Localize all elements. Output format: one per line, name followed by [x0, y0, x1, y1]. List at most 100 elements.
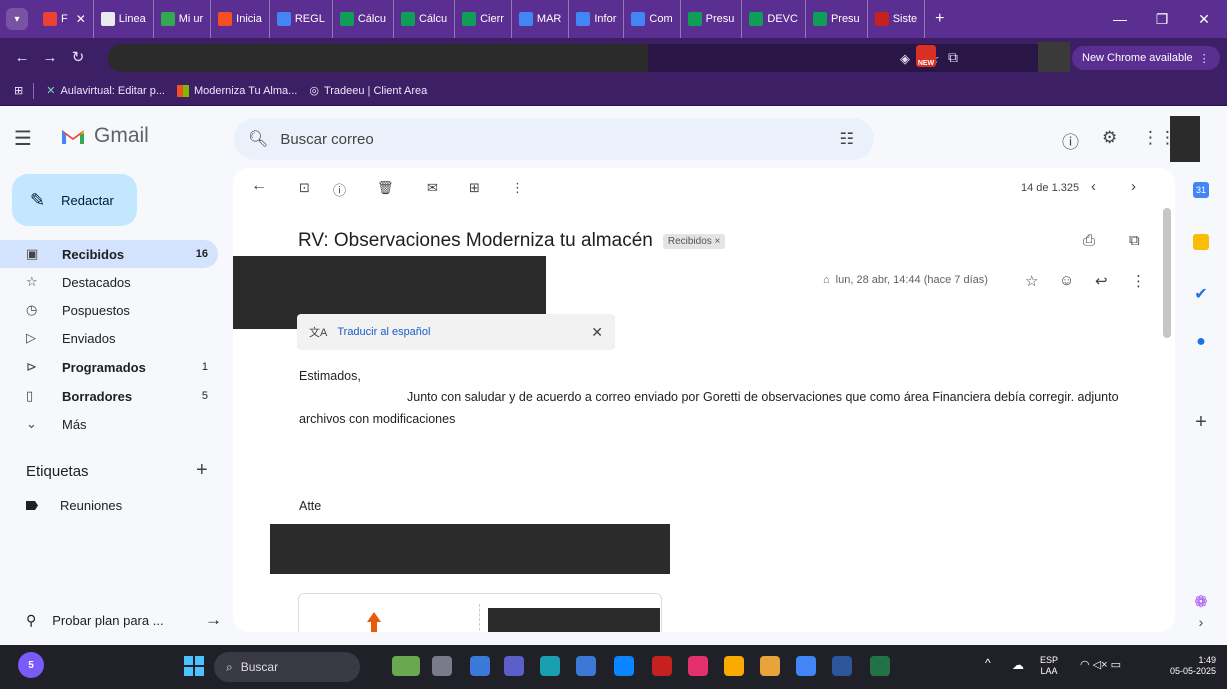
eye-icon[interactable]: ◈ [900, 51, 910, 67]
network-volume-battery-icons[interactable]: ◠ ◁× ▭ [1080, 660, 1121, 671]
bookmark-tradeeu[interactable]: ◎ Tradeeu | Client Area [309, 84, 427, 98]
close-tab-icon[interactable]: ✕ [76, 12, 86, 26]
mdp-app-icon[interactable] [614, 656, 634, 676]
address-bar[interactable]: ◈ ☆ [108, 44, 1048, 72]
search-icon[interactable]: 🔍︎ [248, 129, 268, 149]
instagram-icon[interactable] [688, 656, 708, 676]
extensions-icon[interactable]: ⧉ [948, 49, 958, 66]
more-options-icon[interactable]: ⋮ [511, 180, 524, 196]
browser-tab[interactable]: Com [624, 0, 681, 38]
browser-tab[interactable]: Siste [868, 0, 926, 38]
search-input[interactable]: Buscar correo [280, 131, 373, 148]
browser-tab[interactable]: Infor [569, 0, 625, 38]
mcafee-icon[interactable] [652, 656, 672, 676]
sidebar-item-pospuestos[interactable]: ◷ Pospuestos [0, 296, 218, 324]
notification-badge[interactable]: 5 [18, 652, 44, 678]
tab-search-button[interactable]: ▾ [6, 8, 28, 30]
scrollbar-thumb[interactable] [1163, 208, 1171, 338]
edge-icon[interactable] [540, 656, 560, 676]
contacts-icon[interactable]: ● [1191, 332, 1211, 352]
browser-tab[interactable]: Mi ur [154, 0, 212, 38]
bookmark-aulavirtual[interactable]: ✕ Aulavirtual: Editar p... [46, 84, 165, 98]
chrome-profile-icon[interactable] [796, 656, 816, 676]
keep-icon[interactable] [1193, 234, 1209, 250]
calendar-icon[interactable]: 31 [1193, 182, 1209, 198]
restore-button[interactable]: ❐ [1142, 0, 1182, 38]
sidebar-item-destacados[interactable]: ☆ Destacados [0, 268, 218, 296]
browser-tab[interactable]: Cálcu [333, 0, 394, 38]
weather-widget-icon[interactable] [392, 656, 420, 676]
extension-new-badge[interactable]: NEW [916, 45, 936, 67]
sidebar-item-programados[interactable]: ⊳ Programados 1 [0, 353, 218, 381]
apps-grid-icon[interactable]: ⊞ [14, 84, 23, 97]
browser-tab[interactable]: Linea [94, 0, 154, 38]
older-chevron-icon[interactable]: › [1131, 178, 1136, 195]
sidebar-item-borradores[interactable]: ▯ Borradores 5 [0, 382, 218, 410]
settings-gear-icon[interactable]: ⚙ [1102, 128, 1117, 148]
report-spam-icon[interactable]: ⓘ [333, 180, 346, 199]
close-icon[interactable]: ✕ [591, 324, 603, 341]
emoji-reaction-icon[interactable]: ☺ [1059, 272, 1074, 289]
newer-chevron-icon[interactable]: ‹ [1091, 178, 1096, 195]
gmail-logo[interactable]: Gmail [60, 124, 149, 148]
browser-tab[interactable]: DEVC [742, 0, 806, 38]
move-to-icon[interactable]: ⊞ [469, 180, 480, 196]
label-item-reuniones[interactable]: Reuniones [26, 498, 122, 513]
language-indicator[interactable]: ESP LAA [1040, 655, 1058, 677]
windows-start-icon[interactable] [184, 656, 204, 676]
browser-tab[interactable]: F ✕ [36, 0, 94, 38]
excel-icon[interactable] [870, 656, 890, 676]
gemini-icon[interactable]: ❁ [1191, 592, 1211, 612]
back-to-inbox-icon[interactable]: ← [251, 177, 267, 195]
main-menu-icon[interactable]: ☰ [14, 126, 32, 151]
inbox-label-chip[interactable]: Recibidos × [662, 233, 726, 249]
translate-link[interactable]: Traducir al español [337, 326, 430, 338]
add-label-icon[interactable]: + [196, 459, 208, 482]
open-new-window-icon[interactable]: ⧉ [1129, 232, 1140, 249]
onedrive-icon[interactable]: ☁ [1012, 659, 1024, 671]
compose-button[interactable]: ✎ Redactar [12, 174, 137, 226]
clock[interactable]: 1:49 05-05-2025 [1156, 655, 1216, 677]
search-bar[interactable]: 🔍︎ Buscar correo ☷ [234, 118, 874, 160]
tray-chevron-icon[interactable]: ^ [985, 657, 991, 669]
reload-icon[interactable]: ↻ [64, 48, 92, 66]
delete-icon[interactable]: 🗑︎ [377, 180, 394, 196]
close-window-button[interactable]: ✕ [1184, 0, 1224, 38]
store-icon[interactable] [576, 656, 596, 676]
copilot-icon[interactable] [470, 656, 490, 676]
browser-tab[interactable]: Presu [806, 0, 868, 38]
file-explorer-icon[interactable] [724, 656, 744, 676]
browser-tab[interactable]: Presu [681, 0, 743, 38]
star-icon[interactable]: ☆ [1025, 272, 1038, 290]
minimize-button[interactable]: — [1100, 0, 1140, 38]
sidebar-item-enviados[interactable]: ▷ Enviados [0, 324, 218, 352]
try-plan-link[interactable]: ⚲ Probar plan para ... → [26, 610, 222, 630]
tasks-icon[interactable]: ✔ [1191, 284, 1211, 304]
print-icon[interactable]: ⎙ [1083, 232, 1095, 249]
chrome-update-button[interactable]: New Chrome available ⋮ [1072, 46, 1220, 70]
get-addons-icon[interactable]: + [1191, 411, 1211, 433]
browser-tab[interactable]: REGL [270, 0, 333, 38]
sidebar-item-más[interactable]: ⌄ Más [0, 410, 218, 438]
message-more-icon[interactable]: ⋮ [1131, 272, 1146, 290]
new-tab-button[interactable]: + [925, 10, 954, 28]
back-icon[interactable]: ← [8, 49, 36, 66]
forward-icon[interactable]: → [36, 49, 64, 66]
word-icon[interactable] [832, 656, 852, 676]
expand-panel-icon[interactable]: › [1191, 612, 1211, 632]
sidebar-item-recibidos[interactable]: ▣ Recibidos 16 [0, 240, 218, 268]
task-view-icon[interactable] [432, 656, 452, 676]
chrome-icon[interactable] [760, 656, 780, 676]
browser-tab[interactable]: Cierr [455, 0, 512, 38]
taskbar-search[interactable]: ⌕ Buscar [214, 652, 360, 682]
reply-icon[interactable]: ↩ [1095, 272, 1108, 290]
help-icon[interactable]: ⓘ [1062, 128, 1079, 153]
browser-tab[interactable]: MAR [512, 0, 570, 38]
browser-tab[interactable]: Cálcu [394, 0, 456, 38]
search-options-icon[interactable]: ☷ [840, 129, 854, 149]
bookmark-moderniza[interactable]: Moderniza Tu Alma... [177, 84, 297, 97]
browser-tab[interactable]: Inicia [211, 0, 270, 38]
teams-icon[interactable] [504, 656, 524, 676]
archive-icon[interactable]: ⊡ [299, 180, 310, 196]
mark-unread-icon[interactable]: ✉ [427, 180, 438, 196]
